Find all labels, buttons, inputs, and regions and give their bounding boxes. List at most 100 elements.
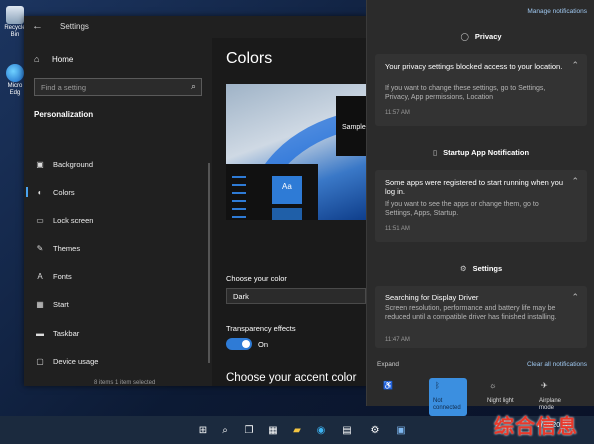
notification-card-settings[interactable]: Searching for Display Driver Screen reso… bbox=[375, 286, 587, 348]
desktop-icon-label: Micro Edg bbox=[7, 83, 23, 96]
preview-small-tile bbox=[272, 208, 302, 220]
quick-action-accessibility[interactable]: ♿ bbox=[377, 378, 415, 416]
nav-item-label: Start bbox=[53, 299, 69, 309]
notification-title: Some apps were registered to start runni… bbox=[385, 178, 564, 196]
nav-item-label: Themes bbox=[53, 243, 81, 253]
notification-center: Manage notifications ◯ Privacy Your priva… bbox=[366, 0, 594, 416]
device-icon: ▢ bbox=[36, 356, 44, 366]
title-bar: ← Settings bbox=[24, 16, 368, 38]
transparency-label: Transparency effects bbox=[226, 324, 296, 333]
nav-item-background[interactable]: ▣ Background bbox=[24, 156, 208, 172]
chevron-up-icon[interactable]: ⌃ bbox=[571, 292, 579, 303]
quick-action-label: Night light bbox=[487, 398, 514, 404]
nav-item-label: Fonts bbox=[53, 271, 72, 281]
group-header-settings: ⚙ Settings bbox=[367, 264, 594, 273]
manage-notifications-link[interactable]: Manage notifications bbox=[527, 8, 587, 15]
search-icon[interactable]: ⌕ bbox=[218, 423, 232, 437]
preview-menu-lines bbox=[232, 176, 246, 220]
toggle-knob bbox=[242, 340, 250, 348]
palette-icon: ◐ bbox=[37, 187, 43, 197]
notification-time: 11:47 AM bbox=[385, 337, 410, 343]
shield-icon: ◯ bbox=[460, 32, 469, 41]
watermark-text: 综合信息 bbox=[494, 414, 578, 438]
search-placeholder: Find a setting bbox=[41, 83, 87, 92]
group-header-label: Privacy bbox=[474, 32, 502, 41]
monitor-lock-icon: ▭ bbox=[36, 215, 44, 225]
back-arrow-icon[interactable]: ← bbox=[32, 20, 43, 32]
app-icon[interactable]: ▣ bbox=[394, 423, 408, 437]
settings-window: ← Settings ⌂ Home Find a setting ⌕ Perso… bbox=[24, 16, 368, 386]
quick-action-label: Not connected bbox=[433, 398, 461, 411]
notification-body: If you want to change these settings, go… bbox=[385, 85, 546, 101]
choose-color-label: Choose your color bbox=[226, 274, 287, 283]
choose-color-select[interactable]: Dark bbox=[226, 288, 366, 304]
status-bar: 8 items 1 item selected bbox=[94, 380, 156, 386]
search-input[interactable]: Find a setting ⌕ bbox=[34, 78, 202, 96]
settings-nav-pane: ⌂ Home Find a setting ⌕ Personalization … bbox=[24, 38, 212, 386]
nav-home-link[interactable]: ⌂ Home bbox=[34, 52, 73, 66]
nav-section-heading: Personalization bbox=[34, 110, 94, 119]
startup-app-icon: ▯ bbox=[432, 148, 438, 157]
nav-item-label: Background bbox=[53, 159, 94, 169]
image-icon: ▣ bbox=[36, 159, 44, 169]
recycle-bin-icon bbox=[6, 6, 24, 24]
brightness-icon: ☼ bbox=[489, 381, 497, 390]
transparency-state: On bbox=[258, 340, 269, 349]
group-header-privacy: ◯ Privacy bbox=[367, 32, 594, 41]
settings-icon[interactable]: ⚙ bbox=[368, 423, 382, 437]
notification-time: 11:57 AM bbox=[385, 110, 410, 116]
preview-tile-label: Aa bbox=[282, 182, 292, 191]
store-icon[interactable]: ▤ bbox=[340, 423, 354, 437]
nav-item-label: Colors bbox=[53, 187, 75, 197]
font-icon: A bbox=[37, 271, 43, 281]
notification-body: Screen resolution, performance and batte… bbox=[385, 305, 557, 321]
colors-page: Colors Aa Sample Choose your color Dark … bbox=[212, 38, 368, 386]
nav-item-lock-screen[interactable]: ▭ Lock screen bbox=[24, 212, 208, 228]
nav-item-themes[interactable]: ✎ Themes bbox=[24, 240, 208, 256]
bluetooth-icon: ᛒ bbox=[435, 381, 440, 390]
desktop-icon-label: Recycle Bin bbox=[4, 25, 26, 38]
nav-item-colors[interactable]: ◐ Colors bbox=[24, 184, 208, 200]
task-view-icon[interactable]: ❐ bbox=[242, 423, 256, 437]
nav-item-label: Device usage bbox=[53, 356, 99, 366]
expand-button[interactable]: Expand bbox=[377, 361, 399, 368]
notification-time: 11:51 AM bbox=[385, 226, 410, 232]
brush-icon: ✎ bbox=[36, 243, 44, 253]
nav-item-device-usage[interactable]: ▢ Device usage bbox=[24, 353, 208, 369]
group-header-label: Startup App Notification bbox=[443, 148, 530, 157]
gear-icon: ⚙ bbox=[459, 264, 467, 273]
nav-home-label: Home bbox=[52, 54, 74, 64]
group-header-startup: ▯ Startup App Notification bbox=[367, 148, 594, 157]
taskbar-icon: ▬ bbox=[36, 328, 44, 338]
explorer-icon[interactable]: ▰ bbox=[290, 423, 304, 437]
nav-item-fonts[interactable]: A Fonts bbox=[24, 268, 208, 284]
notification-title: Your privacy settings blocked access to … bbox=[385, 62, 563, 71]
group-header-label: Settings bbox=[472, 264, 503, 273]
quick-action-bluetooth[interactable]: ᛒ Not connected bbox=[429, 378, 467, 416]
nav-scrollbar[interactable] bbox=[208, 163, 210, 363]
home-icon: ⌂ bbox=[34, 54, 40, 64]
chevron-up-icon[interactable]: ⌃ bbox=[571, 60, 579, 71]
notification-card-privacy[interactable]: Your privacy settings blocked access to … bbox=[375, 54, 587, 126]
accessibility-icon: ♿ bbox=[383, 381, 393, 390]
nav-item-taskbar[interactable]: ▬ Taskbar bbox=[24, 325, 208, 341]
notification-body: If you want to see the apps or change th… bbox=[385, 201, 539, 217]
notification-title: Searching for Display Driver bbox=[385, 293, 479, 302]
nav-item-start[interactable]: ▦ Start bbox=[24, 296, 208, 312]
widgets-icon[interactable]: ▦ bbox=[266, 423, 280, 437]
search-icon[interactable]: ⌕ bbox=[191, 81, 196, 92]
chevron-up-icon[interactable]: ⌃ bbox=[571, 176, 579, 187]
start-icon: ▦ bbox=[36, 299, 44, 309]
accent-color-heading: Choose your accent color bbox=[226, 372, 357, 384]
clear-all-button[interactable]: Clear all notifications bbox=[527, 361, 587, 368]
nav-item-label: Taskbar bbox=[53, 328, 80, 338]
choose-color-value: Dark bbox=[233, 292, 249, 301]
windows-start-icon[interactable]: ⊞ bbox=[196, 423, 210, 437]
nav-item-label: Lock screen bbox=[53, 215, 94, 225]
edge-icon[interactable]: ◉ bbox=[314, 423, 328, 437]
edge-icon bbox=[6, 64, 24, 82]
notification-card-startup[interactable]: Some apps were registered to start runni… bbox=[375, 170, 587, 242]
transparency-toggle[interactable] bbox=[226, 338, 252, 350]
page-title: Colors bbox=[226, 50, 273, 67]
theme-preview: Aa Sample bbox=[226, 84, 368, 220]
